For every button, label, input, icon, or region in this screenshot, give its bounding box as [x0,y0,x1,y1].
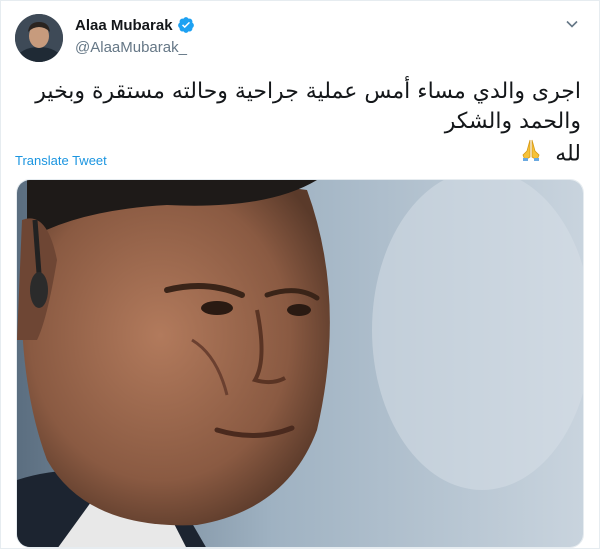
tweet-photo[interactable] [16,179,584,548]
author-name-row: Alaa Mubarak [75,16,195,34]
folded-hands-icon [518,137,544,172]
verified-badge-icon [177,16,195,34]
author-display-name[interactable]: Alaa Mubarak [75,17,173,34]
translate-tweet-link[interactable]: Translate Tweet [15,153,107,168]
tweet-card: Alaa Mubarak @AlaaMubarak_ اجرى والدي مس… [0,0,600,549]
author-handle[interactable]: @AlaaMubarak_ [75,39,187,56]
chevron-down-icon[interactable] [565,17,579,31]
tweet-text-line: اجرى والدي مساء أمس عملية جراحية وحالته … [35,79,581,134]
avatar[interactable] [15,14,63,62]
tweet-text-word: لله [555,141,581,167]
